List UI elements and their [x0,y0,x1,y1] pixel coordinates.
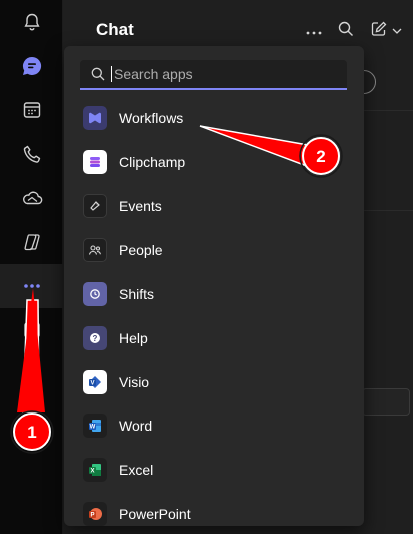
app-item-visio[interactable]: V Visio [64,360,364,404]
app-label: Help [119,330,148,346]
search-icon [338,21,354,42]
rail-item-copilot[interactable] [0,220,63,264]
search-apps-box[interactable] [80,60,347,90]
workflows-icon [83,106,107,130]
more-options-button[interactable] [302,18,326,44]
phone-icon [22,144,42,164]
search-button[interactable] [334,18,358,44]
ellipsis-icon [306,22,322,40]
app-rail [0,0,63,534]
app-label: PowerPoint [119,506,191,522]
app-label: Excel [119,462,154,478]
bell-icon [22,12,42,32]
search-icon [91,67,105,81]
word-icon: W [83,414,107,438]
divider [364,110,413,111]
clipchamp-icon [83,150,107,174]
app-label: Events [119,198,162,214]
app-item-word[interactable]: W Word [64,404,364,448]
app-label: Workflows [119,110,184,126]
ellipsis-icon [22,283,42,289]
events-icon [83,194,107,218]
svg-text:W: W [90,425,96,431]
rail-item-more-apps[interactable] [0,264,63,308]
svg-text:P: P [90,513,94,519]
apps-icon [22,320,42,340]
copilot-icon [22,232,42,252]
help-icon: ? [83,326,107,350]
rail-item-calls[interactable] [0,132,63,176]
search-apps-input[interactable] [114,66,334,82]
compose-icon [370,20,388,43]
apps-flyout: Workflows Clipchamp Events People [64,46,364,526]
chevron-down-icon [392,22,402,40]
page-title: Chat [96,20,134,39]
rail-item-chat[interactable] [0,44,63,88]
app-label: People [119,242,163,258]
chat-list-item[interactable] [362,388,410,416]
shifts-icon [83,282,107,306]
app-item-help[interactable]: ? Help [64,316,364,360]
svg-text:X: X [90,469,94,475]
app-label: Clipchamp [119,154,186,170]
teams-window: Chat Search apps Workflows Clipchamp Eve… [0,0,413,534]
app-item-people[interactable]: People [64,228,364,272]
svg-text:?: ? [93,334,98,343]
rail-item-activity[interactable] [0,0,63,44]
app-label: Shifts [119,286,155,302]
app-label: Visio [119,374,150,390]
svg-text:V: V [90,381,94,387]
app-label: Word [119,418,153,434]
chat-icon [21,55,43,77]
calendar-icon [22,100,42,120]
cloud-icon [21,188,43,208]
rail-item-onedrive[interactable] [0,176,63,220]
rail-item-apps[interactable] [0,308,63,352]
app-item-events[interactable]: Events [64,184,364,228]
app-item-workflows[interactable]: Workflows [64,96,364,140]
divider [364,210,413,211]
app-item-excel[interactable]: X Excel [64,448,364,492]
people-icon [83,238,107,262]
app-item-clipchamp[interactable]: Clipchamp [64,140,364,184]
powerpoint-icon: P [83,502,107,526]
new-chat-button[interactable] [366,18,406,44]
rail-item-calendar[interactable] [0,88,63,132]
excel-icon: X [83,458,107,482]
visio-icon: V [83,370,107,394]
app-item-shifts[interactable]: Shifts [64,272,364,316]
app-item-powerpoint[interactable]: P PowerPoint [64,492,364,526]
text-caret [111,66,112,82]
